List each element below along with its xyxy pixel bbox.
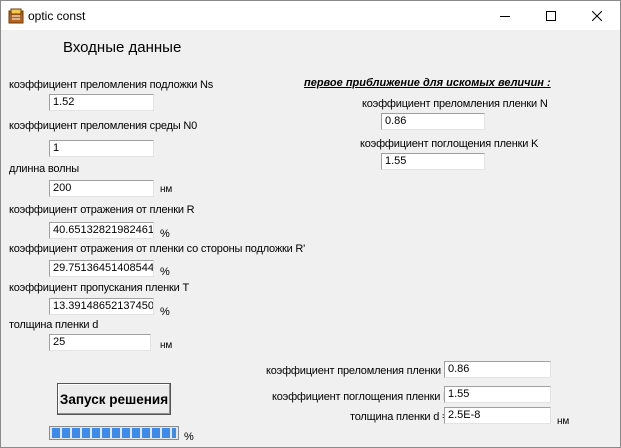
result-n-label: коэффициент преломления пленки N = xyxy=(266,365,461,377)
progress-fill xyxy=(52,428,176,438)
maximize-icon xyxy=(546,10,556,21)
wavelength-label: длинна волны xyxy=(9,163,79,175)
reflectance-substrate-input[interactable]: 29.7513645140854469 xyxy=(49,260,154,277)
run-solution-button[interactable]: Запуск решения xyxy=(57,383,171,415)
transmittance-unit: % xyxy=(160,306,170,318)
wavelength-unit: нм xyxy=(160,184,172,195)
progress-bar xyxy=(49,426,179,440)
approx-k-input[interactable]: 1.55 xyxy=(381,153,485,170)
app-icon xyxy=(8,8,24,24)
progress-unit: % xyxy=(184,431,194,443)
thickness-input[interactable]: 25 xyxy=(49,334,151,351)
reflectance-substrate-label: коэффициент отражения от пленки со сторо… xyxy=(9,243,306,255)
maximize-button[interactable] xyxy=(528,1,574,30)
n0-label: коэффициент преломления среды N0 xyxy=(9,120,197,132)
reflectance-label: коэффициент отражения от пленки R xyxy=(9,204,195,216)
title-bar[interactable]: optic const xyxy=(1,1,620,30)
close-icon xyxy=(592,10,602,21)
thickness-label: толщина пленки d xyxy=(9,319,99,331)
transmittance-input[interactable]: 13.3914865213745095 xyxy=(49,298,154,315)
result-d-label: толщина пленки d = xyxy=(350,411,449,423)
wavelength-input[interactable]: 200 xyxy=(49,180,154,197)
result-d-unit: нм xyxy=(557,416,569,427)
result-k-label: коэффициент поглощения пленки K = xyxy=(272,391,460,403)
close-button[interactable] xyxy=(574,1,620,30)
ns-label: коэффициент преломления подложки Ns xyxy=(9,79,214,91)
transmittance-label: коэффициент пропускания пленки T xyxy=(9,282,189,294)
reflectance-input[interactable]: 40.6513282198246132 xyxy=(49,222,154,239)
ns-input[interactable]: 1.52 xyxy=(49,94,154,111)
result-n-output[interactable]: 0.86 xyxy=(444,361,551,378)
reflectance-unit: % xyxy=(160,228,170,240)
n0-input[interactable]: 1 xyxy=(49,140,154,157)
approx-n-label: коэффициент преломления пленки N xyxy=(362,98,548,110)
thickness-unit: нм xyxy=(160,340,172,351)
result-k-output[interactable]: 1.55 xyxy=(444,386,551,403)
result-d-output[interactable]: 2.5E-8 xyxy=(444,407,551,424)
approx-k-label: коэффициент поглощения пленки K xyxy=(360,138,539,150)
window-title: optic const xyxy=(28,9,86,23)
approx-n-input[interactable]: 0.86 xyxy=(381,113,485,130)
minimize-button[interactable] xyxy=(482,1,528,30)
reflectance-substrate-unit: % xyxy=(160,266,170,278)
minimize-icon xyxy=(500,15,510,17)
app-window: optic const Входные данные коэффициент п… xyxy=(0,0,621,448)
approximation-heading: первое приближение для искомых величин : xyxy=(304,77,551,89)
input-section-heading: Входные данные xyxy=(63,39,182,56)
